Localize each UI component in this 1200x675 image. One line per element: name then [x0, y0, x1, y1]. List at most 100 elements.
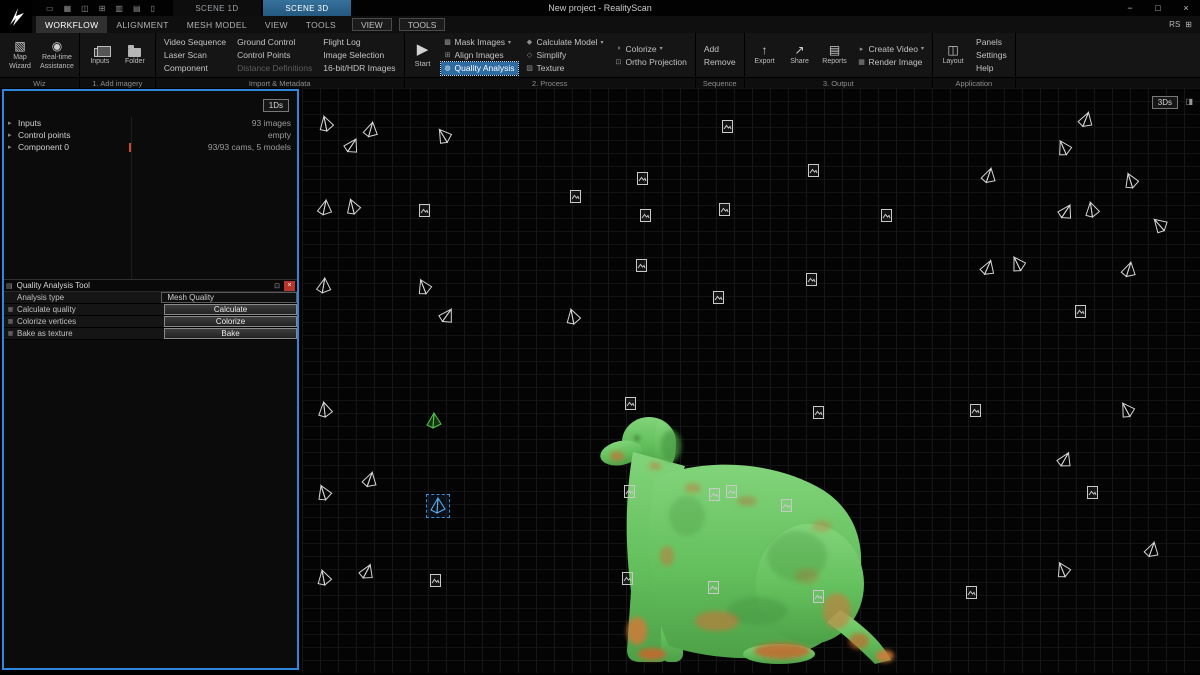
tab-mesh-model[interactable]: MESH MODEL — [178, 16, 256, 33]
panels-button[interactable]: Panels — [973, 36, 1010, 49]
camera-frustum-icon[interactable] — [976, 163, 1003, 190]
photo-thumbnail-icon[interactable] — [807, 585, 829, 607]
calculate-button[interactable]: Calculate — [164, 304, 297, 315]
remove-button[interactable]: Remove — [701, 55, 739, 68]
video-sequence-button[interactable]: Video Sequence — [161, 36, 229, 49]
tab-view[interactable]: VIEW — [256, 16, 297, 33]
colorize-button[interactable]: ◑ Colorize ▾ — [611, 42, 689, 55]
control-points-button[interactable]: Control Points — [234, 49, 315, 62]
camera-frustum-icon[interactable] — [1117, 167, 1146, 196]
share-button[interactable]: ↗ Share — [785, 44, 815, 66]
ortho-projection-button[interactable]: ⊡ Ortho Projection — [611, 55, 689, 68]
camera-frustum-icon[interactable] — [310, 479, 339, 508]
laser-scan-button[interactable]: Laser Scan — [161, 49, 229, 62]
camera-frustum-icon[interactable] — [1144, 209, 1175, 240]
align-images-button[interactable]: ⊞ Align Images — [441, 49, 518, 62]
photo-thumbnail-icon[interactable] — [720, 480, 742, 502]
camera-frustum-icon[interactable] — [1051, 197, 1081, 227]
chevron-down-icon[interactable]: ▾ — [921, 45, 924, 52]
camera-frustum-icon[interactable] — [352, 557, 381, 586]
simplify-button[interactable]: ◇ Simplify — [523, 49, 607, 62]
panel-pin-icon[interactable]: ◨ — [1185, 97, 1193, 106]
panel-1d-badge[interactable]: 1Ds — [263, 99, 289, 112]
layout-rows-icon[interactable]: ▥ — [115, 4, 123, 13]
camera-frustum-icon[interactable] — [1003, 249, 1033, 279]
quality-analysis-button[interactable]: ◍ Quality Analysis — [441, 62, 518, 75]
camera-frustum-icon[interactable] — [1112, 395, 1142, 425]
tree-item-component-0[interactable]: ▸ Component 0 93/93 cams, 5 models — [4, 141, 297, 153]
expand-arrow-icon[interactable]: ▸ — [8, 119, 18, 127]
layout-stack-icon[interactable]: ▤ — [133, 4, 141, 13]
component-button[interactable]: Component — [161, 62, 229, 75]
layout-quad-icon[interactable]: ⊞ — [99, 4, 106, 13]
tab-tools[interactable]: TOOLS — [297, 16, 345, 33]
colorize-vertices-button[interactable]: Colorize — [164, 316, 297, 327]
chevron-down-icon[interactable]: ▾ — [508, 39, 511, 46]
camera-frustum-icon[interactable] — [1072, 106, 1100, 134]
maximize-button[interactable]: □ — [1144, 0, 1172, 16]
dog-model[interactable] — [597, 406, 902, 666]
photo-thumbnail-icon[interactable] — [618, 480, 640, 502]
tool-close-icon[interactable]: × — [284, 281, 295, 291]
calculate-model-button[interactable]: ◆ Calculate Model ▾ — [523, 36, 607, 49]
camera-frustum-icon[interactable] — [312, 274, 336, 298]
render-image-button[interactable]: ▦ Render Image — [855, 55, 927, 68]
viewport-3d[interactable]: 3Ds ◨ — [302, 88, 1200, 673]
photo-thumbnail-icon[interactable] — [775, 494, 797, 516]
image-selection-button[interactable]: Image Selection — [320, 49, 398, 62]
realtime-assistance-button[interactable]: ◉ Real-time Assistance — [40, 40, 74, 71]
photo-thumbnail-icon[interactable] — [616, 567, 638, 589]
chevron-down-icon[interactable]: ▾ — [600, 39, 603, 46]
close-button[interactable]: × — [1172, 0, 1200, 16]
photo-thumbnail-icon[interactable] — [707, 286, 729, 308]
photo-thumbnail-icon[interactable] — [713, 198, 735, 220]
expand-arrow-icon[interactable]: ▸ — [8, 143, 18, 151]
scene-tab-1d[interactable]: SCENE 1D — [173, 0, 261, 16]
inputs-button[interactable]: Inputs — [85, 45, 115, 66]
photo-thumbnail-icon[interactable] — [424, 569, 446, 591]
camera-frustum-icon[interactable] — [1116, 257, 1143, 284]
photo-thumbnail-icon[interactable] — [564, 185, 586, 207]
expand-arrow-icon[interactable]: ▸ — [8, 131, 18, 139]
camera-frustum-icon[interactable] — [312, 397, 337, 422]
minimize-button[interactable]: − — [1116, 0, 1144, 16]
export-button[interactable]: ↑ Export — [750, 44, 780, 66]
camera-frustum-icon[interactable] — [409, 272, 438, 301]
tree-item-control-points[interactable]: ▸ Control points empty — [4, 129, 297, 141]
add-button[interactable]: Add — [701, 42, 739, 55]
photo-thumbnail-icon[interactable] — [1081, 481, 1103, 503]
camera-frustum-icon[interactable] — [560, 304, 587, 331]
mask-images-button[interactable]: ▩ Mask Images ▾ — [441, 36, 518, 49]
tree-item-inputs[interactable]: ▸ Inputs 93 images — [4, 117, 297, 129]
camera-frustum-icon[interactable] — [432, 301, 462, 331]
monitor-icon[interactable]: ▭ — [46, 4, 54, 13]
layout-columns-icon[interactable]: ◫ — [81, 4, 89, 13]
camera-frustum-icon[interactable] — [356, 466, 383, 493]
camera-frustum-icon[interactable] — [313, 111, 340, 138]
photo-thumbnail-icon[interactable] — [1069, 300, 1091, 322]
create-video-button[interactable]: ▸ Create Video ▾ — [855, 42, 927, 55]
photo-thumbnail-icon[interactable] — [716, 115, 738, 137]
photo-thumbnail-icon[interactable] — [875, 204, 897, 226]
layout-button[interactable]: ◫ Layout — [938, 44, 968, 66]
camera-frustum-icon[interactable] — [1049, 133, 1079, 163]
camera-frustum-icon[interactable] — [1048, 555, 1077, 584]
photo-thumbnail-icon[interactable] — [807, 401, 829, 423]
photo-thumbnail-icon[interactable] — [630, 254, 652, 276]
device-icon[interactable]: ▯ — [151, 4, 155, 13]
reports-button[interactable]: ▤ Reports — [820, 44, 850, 66]
photo-thumbnail-icon[interactable] — [634, 204, 656, 226]
layout-grid-icon[interactable]: ▦ — [64, 4, 72, 13]
tab-workflow[interactable]: WORKFLOW — [36, 16, 107, 33]
chevron-down-icon[interactable]: ▾ — [660, 45, 663, 52]
bake-button[interactable]: Bake — [164, 328, 297, 339]
viewport-badge[interactable]: 3Ds — [1152, 96, 1178, 109]
analysis-type-select[interactable]: Mesh Quality — [161, 292, 297, 303]
ground-control-button[interactable]: Ground Control — [234, 36, 315, 49]
camera-frustum-icon[interactable] — [974, 254, 1002, 282]
photo-thumbnail-icon[interactable] — [702, 576, 724, 598]
workspace-grid-icon[interactable]: ⊞ — [1185, 20, 1192, 29]
photo-thumbnail-icon[interactable] — [964, 399, 986, 421]
settings-button[interactable]: Settings — [973, 49, 1010, 62]
flight-log-button[interactable]: Flight Log — [320, 36, 398, 49]
